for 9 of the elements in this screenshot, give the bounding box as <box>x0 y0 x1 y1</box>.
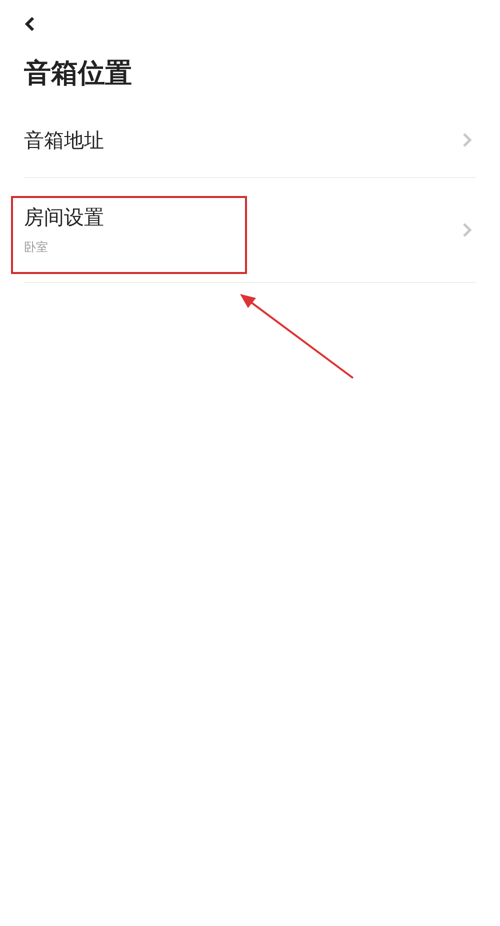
row-label: 房间设置 <box>24 204 104 231</box>
settings-row[interactable]: 房间设置 卧室 <box>24 178 476 283</box>
page-title: 音箱位置 <box>24 57 133 91</box>
chevron-icon <box>462 222 472 238</box>
settings-row[interactable]: 音箱地址 <box>24 103 476 178</box>
back-icon[interactable] <box>24 16 36 32</box>
row-label: 音箱地址 <box>24 126 104 154</box>
chevron-icon <box>462 132 472 148</box>
row-value: 卧室 <box>24 239 49 256</box>
